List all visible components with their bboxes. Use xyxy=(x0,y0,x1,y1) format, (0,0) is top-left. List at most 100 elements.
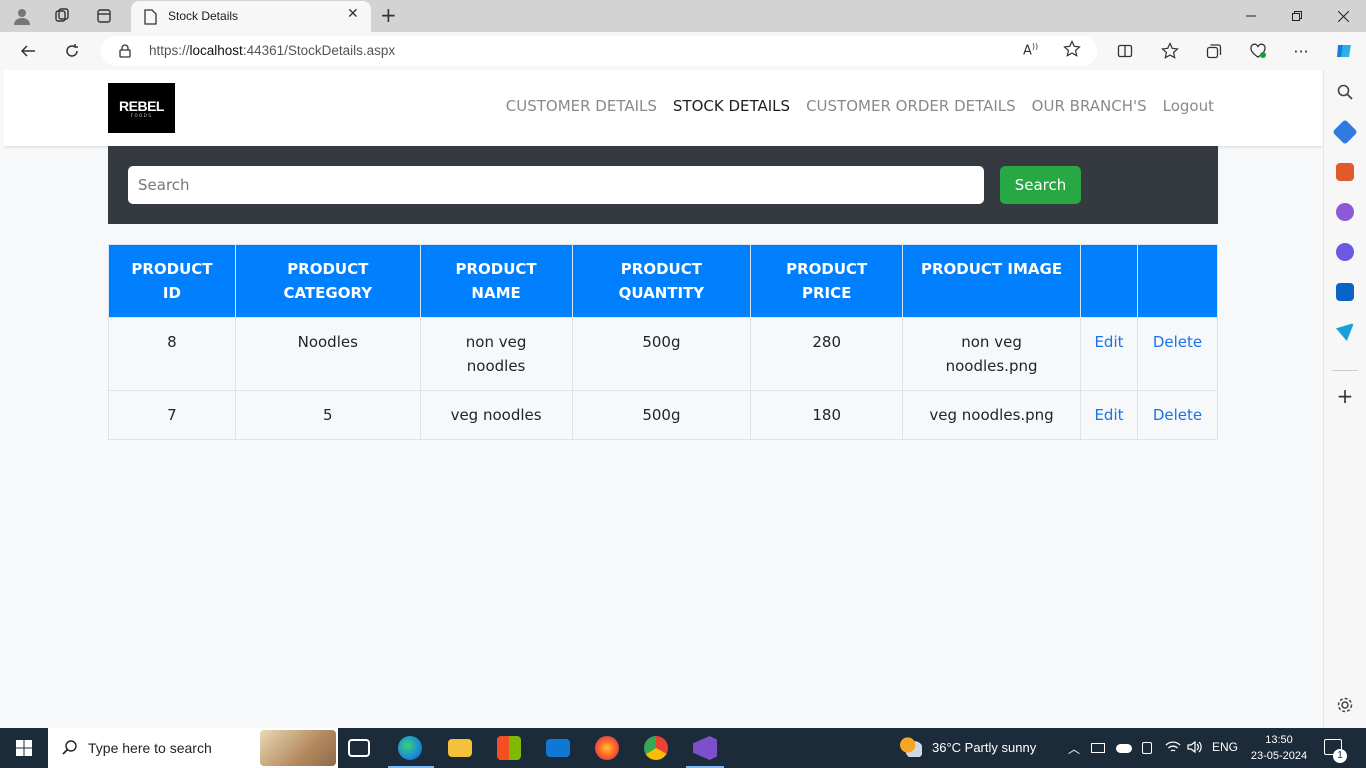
nav-stock-details[interactable]: STOCK DETAILS xyxy=(673,97,790,115)
nav-customer-order-details[interactable]: CUSTOMER ORDER DETAILS xyxy=(806,97,1016,115)
header-product-quantity: PRODUCT QUANTITY xyxy=(571,244,752,318)
web-page: REBEL FOODS CUSTOMER DETAILS STOCK DETAI… xyxy=(4,70,1322,726)
close-window-icon[interactable] xyxy=(1320,0,1366,32)
table-row: 8 Noodles non veg noodles 500g 280 non v… xyxy=(108,317,1219,391)
search-icon[interactable] xyxy=(1336,83,1354,101)
file-explorer-icon[interactable] xyxy=(448,739,472,757)
tab-actions-icon[interactable] xyxy=(91,4,117,28)
notification-count-badge: 1 xyxy=(1333,749,1347,763)
add-icon[interactable]: + xyxy=(1336,386,1354,406)
tab-close-icon[interactable]: ✕ xyxy=(347,6,359,22)
refresh-icon[interactable] xyxy=(59,39,85,63)
edit-link[interactable]: Edit xyxy=(1080,317,1138,391)
nav-customer-details[interactable]: CUSTOMER DETAILS xyxy=(506,97,657,115)
mail-icon[interactable] xyxy=(546,739,570,757)
nav-logout[interactable]: Logout xyxy=(1163,97,1214,115)
clock-date: 23-05-2024 xyxy=(1250,750,1308,762)
cloud-icon[interactable] xyxy=(1116,744,1132,753)
search-panel: Search xyxy=(108,146,1218,224)
microsoft-365-icon[interactable] xyxy=(1336,243,1354,261)
cell-product-price: 280 xyxy=(750,317,904,391)
taskbar-clock[interactable]: 13:50 23-05-2024 xyxy=(1249,732,1309,764)
back-icon[interactable] xyxy=(15,39,41,63)
search-highlight-image xyxy=(260,730,336,766)
cell-product-quantity: 500g xyxy=(571,317,752,391)
taskbar-search-box[interactable]: Type here to search xyxy=(48,728,338,768)
edge-sidebar: + xyxy=(1323,70,1366,728)
minimize-icon[interactable] xyxy=(1228,0,1274,32)
browser-tabbar: Stock Details ✕ + xyxy=(0,0,1366,32)
header-edit xyxy=(1080,244,1138,318)
stock-table: PRODUCT ID PRODUCT CATEGORY PRODUCT NAME PR… xyxy=(108,244,1219,440)
settings-gear-icon[interactable] xyxy=(1336,696,1354,714)
weather-icon[interactable] xyxy=(900,737,922,757)
edge-taskbar-icon[interactable] xyxy=(398,736,422,760)
favorites-icon[interactable] xyxy=(1157,39,1183,63)
address-bar[interactable]: https://localhost:44361/StockDetails.asp… xyxy=(101,36,1097,66)
cell-product-category: Noodles xyxy=(234,317,421,391)
outlook-icon[interactable] xyxy=(1336,283,1354,301)
search-input[interactable] xyxy=(128,166,984,204)
profile-icon[interactable] xyxy=(9,4,35,28)
visual-studio-icon[interactable] xyxy=(693,736,717,760)
tab-stock-details[interactable]: Stock Details ✕ xyxy=(131,1,371,32)
read-aloud-icon[interactable]: A)) xyxy=(1023,42,1038,58)
page-icon xyxy=(143,9,157,29)
shopping-tag-icon[interactable] xyxy=(1332,119,1358,145)
header-delete xyxy=(1136,244,1219,318)
firefox-icon[interactable] xyxy=(595,736,619,760)
site-logo[interactable]: REBEL FOODS xyxy=(108,83,175,133)
split-screen-icon[interactable] xyxy=(1112,39,1138,63)
cell-product-name: non veg noodles xyxy=(419,317,573,391)
new-tab-button[interactable]: + xyxy=(380,3,397,27)
copilot-icon[interactable] xyxy=(1331,39,1357,63)
battery-icon[interactable] xyxy=(1091,743,1105,753)
language-indicator[interactable]: ENG xyxy=(1212,740,1238,754)
edit-link[interactable]: Edit xyxy=(1080,390,1138,440)
cell-product-id: 7 xyxy=(108,390,236,440)
nav-our-branches[interactable]: OUR BRANCH'S xyxy=(1032,97,1147,115)
wifi-icon[interactable] xyxy=(1165,740,1181,757)
cell-product-quantity: 500g xyxy=(571,390,752,440)
delete-link[interactable]: Delete xyxy=(1136,390,1219,440)
windows-start-icon[interactable] xyxy=(16,740,32,760)
header-product-category: PRODUCT CATEGORY xyxy=(234,244,421,318)
chrome-icon[interactable] xyxy=(644,736,668,760)
microsoft-store-icon[interactable] xyxy=(497,736,521,760)
task-view-icon[interactable] xyxy=(348,739,370,757)
url-text[interactable]: https://localhost:44361/StockDetails.asp… xyxy=(149,43,395,58)
more-menu-icon[interactable]: ··· xyxy=(1288,39,1314,63)
header-product-image: PRODUCT IMAGE xyxy=(902,244,1081,318)
restore-icon[interactable] xyxy=(1274,0,1320,32)
delete-link[interactable]: Delete xyxy=(1136,317,1219,391)
cell-product-image: veg noodles.png xyxy=(902,390,1081,440)
header-product-price: PRODUCT PRICE xyxy=(750,244,904,318)
games-icon[interactable] xyxy=(1336,203,1354,221)
tools-icon[interactable] xyxy=(1336,163,1354,181)
send-icon[interactable] xyxy=(1336,323,1354,341)
table-header-row: PRODUCT ID PRODUCT CATEGORY PRODUCT NAME PR… xyxy=(108,244,1219,318)
cell-product-price: 180 xyxy=(750,390,904,440)
cell-product-id: 8 xyxy=(108,317,236,391)
taskbar-search-placeholder: Type here to search xyxy=(88,740,212,756)
cell-product-image: non veg noodles.png xyxy=(902,317,1081,391)
device-icon[interactable] xyxy=(1142,742,1152,754)
browser-toolbar: https://localhost:44361/StockDetails.asp… xyxy=(0,32,1366,70)
browser-essentials-icon[interactable] xyxy=(1245,39,1271,63)
sidebar-divider xyxy=(1332,370,1358,371)
site-navbar: REBEL FOODS CUSTOMER DETAILS STOCK DETAI… xyxy=(4,70,1322,146)
table-row: 7 5 veg noodles 500g 180 veg noodles.png… xyxy=(108,390,1219,440)
lock-icon[interactable] xyxy=(119,43,131,62)
cell-product-category: 5 xyxy=(234,390,421,440)
workspaces-icon[interactable] xyxy=(49,4,75,28)
favorite-star-icon[interactable] xyxy=(1063,40,1081,62)
tab-title: Stock Details xyxy=(168,9,239,23)
volume-icon[interactable] xyxy=(1187,740,1203,757)
clock-time: 13:50 xyxy=(1265,734,1293,746)
show-hidden-icons-chevron-icon[interactable]: ︿ xyxy=(1068,740,1080,757)
collections-icon[interactable] xyxy=(1201,39,1227,63)
header-product-name: PRODUCT NAME xyxy=(419,244,573,318)
search-button[interactable]: Search xyxy=(1000,166,1081,204)
search-icon xyxy=(61,739,79,761)
weather-text[interactable]: 36°C Partly sunny xyxy=(932,740,1036,755)
